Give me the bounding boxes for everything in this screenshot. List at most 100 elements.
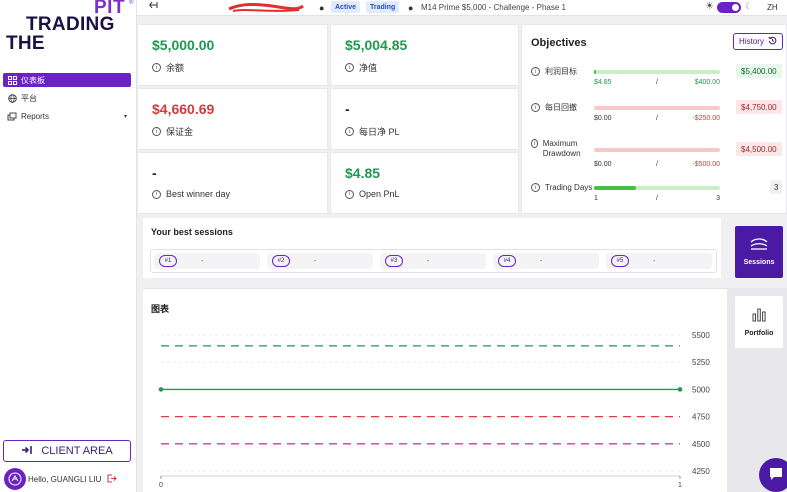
y-tick-label: 4250 [692,467,710,476]
y-tick-label: 5000 [692,385,710,394]
info-icon[interactable]: i [531,103,540,112]
objective-current: $4.85 [594,79,612,86]
sun-icon[interactable]: ☀ [705,1,714,12]
globe-icon [7,93,17,103]
top-bar: ● Active Trading ● M14 Prime $5,000 - Ch… [137,0,787,16]
enter-icon [21,445,33,458]
open-pnl-label: i Open PnL [345,189,400,199]
session-item[interactable]: #4 - [493,253,599,269]
chat-button[interactable] [759,458,787,492]
session-rank: #3 [385,255,403,267]
status-badge-active: Active [331,1,361,13]
objective-limit: -$500.00 [692,161,720,168]
session-rank: #5 [611,255,629,267]
bar-chart-icon [751,308,767,325]
daily-pl-card: - i 每日净 PL [330,88,519,150]
portfolio-tab-button[interactable]: Portfolio [735,296,783,348]
margin-card: $4,660.69 i 保证金 [137,88,328,150]
daily-pl-label-text: 每日净 PL [359,127,400,137]
info-icon[interactable]: i [152,189,161,199]
session-value: - [540,257,543,265]
info-icon[interactable]: i [531,67,540,76]
y-tick-label: 5250 [692,358,710,367]
objective-name-text: 每日回撤 [545,103,577,112]
equity-card: $5,004.85 i 净值 [330,24,519,86]
logout-icon[interactable] [107,474,118,485]
objective-name: i 每日回撤 [531,103,593,113]
equity-chart: 5500 5250 5000 4750 4500 4250 0 1 [143,288,727,489]
objective-target-badge: $5,400.00 [736,64,782,78]
objective-progress-bar [594,186,720,190]
equity-value: $5,004.85 [345,37,408,53]
info-icon[interactable]: i [531,183,540,192]
brand-logo[interactable]: PIT ® TRADING THE [6,0,133,56]
hello-text: Hello, GUANGLI LIU [28,474,102,484]
objectives-panel: Objectives History i 利润目标 $4.85 / $400.00… [521,24,787,214]
balance-label-text: 余额 [166,63,185,73]
history-icon [768,36,777,47]
info-icon[interactable]: i [345,63,354,72]
objective-name: i 利润目标 [531,67,593,77]
objective-progress-fill [594,70,596,74]
objective-target-badge: 3 [770,180,783,194]
theme-toggle[interactable] [717,2,741,13]
objectives-title: Objectives [531,37,587,49]
info-icon[interactable]: i [152,127,161,136]
daily-pl-label: i 每日净 PL [345,125,400,138]
series-point [158,387,164,392]
sidebar-item-dashboard[interactable]: 仪表板 [3,73,131,87]
objective-target-badge: $4,750.00 [736,100,782,114]
margin-value: $4,660.69 [152,101,215,117]
objective-current: 1 [594,195,598,202]
info-icon[interactable]: i [345,127,354,136]
objective-limit: $400.00 [694,79,720,86]
history-button[interactable]: History [733,33,783,50]
balance-card: $5,000.00 i 余额 [137,24,328,86]
sidebar-item-reports[interactable]: Reports ▾ [3,109,131,123]
info-icon[interactable]: i [345,189,354,199]
balance-value: $5,000.00 [152,37,215,53]
objective-separator: / [656,79,658,86]
sidebar-item-label: 平台 [21,93,37,103]
grid-icon [7,75,17,85]
objective-current: $0.00 [594,115,612,122]
sidebar-item-label: Reports [21,111,50,121]
history-label: History [739,37,764,46]
best-winner-value: - [152,165,157,181]
info-icon[interactable]: i [152,63,161,72]
sessions-button-label: Sessions [743,259,775,266]
y-tick-label: 4750 [692,413,710,422]
chat-icon [768,467,784,484]
session-item[interactable]: #3 - [380,253,486,269]
account-name: M14 Prime $5,000 - Challenge - Phase 1 [421,3,566,12]
open-pnl-label-text: Open PnL [359,189,400,199]
info-icon[interactable]: i [531,139,538,148]
session-item[interactable]: #2 - [267,253,373,269]
session-value: - [314,257,317,265]
status-badge-trading: Trading [366,1,400,13]
x-tick-label: 1 [678,482,682,489]
collapse-sidebar-icon[interactable] [149,1,158,11]
reports-icon [7,111,17,121]
moon-icon[interactable]: ☾ [745,1,753,12]
sessions-tab-button[interactable]: Sessions [735,226,783,278]
objective-name: i Maximum Drawdown [531,139,593,159]
objective-progress-fill [594,186,636,190]
session-item[interactable]: #1 - [154,253,260,269]
separator-dot: ● [319,3,325,13]
client-area-button[interactable]: CLIENT AREA [3,440,131,462]
sidebar-item-platform[interactable]: 平台 [3,91,131,105]
accessibility-icon[interactable] [4,468,26,490]
language-selector[interactable]: ZH [767,3,778,12]
user-greeting: Hello, GUANGLI LIU [4,466,134,492]
portfolio-button-label: Portfolio [744,329,774,337]
y-tick-label: 4500 [692,440,710,449]
session-value: - [653,257,656,265]
best-winner-label-text: Best winner day [166,189,231,199]
x-tick-label: 0 [159,482,163,489]
session-value: - [201,257,204,265]
redacted-scribble [227,2,305,14]
chevron-down-icon: ▾ [123,113,127,120]
session-item[interactable]: #5 - [606,253,712,269]
objective-current: $0.00 [594,161,612,168]
